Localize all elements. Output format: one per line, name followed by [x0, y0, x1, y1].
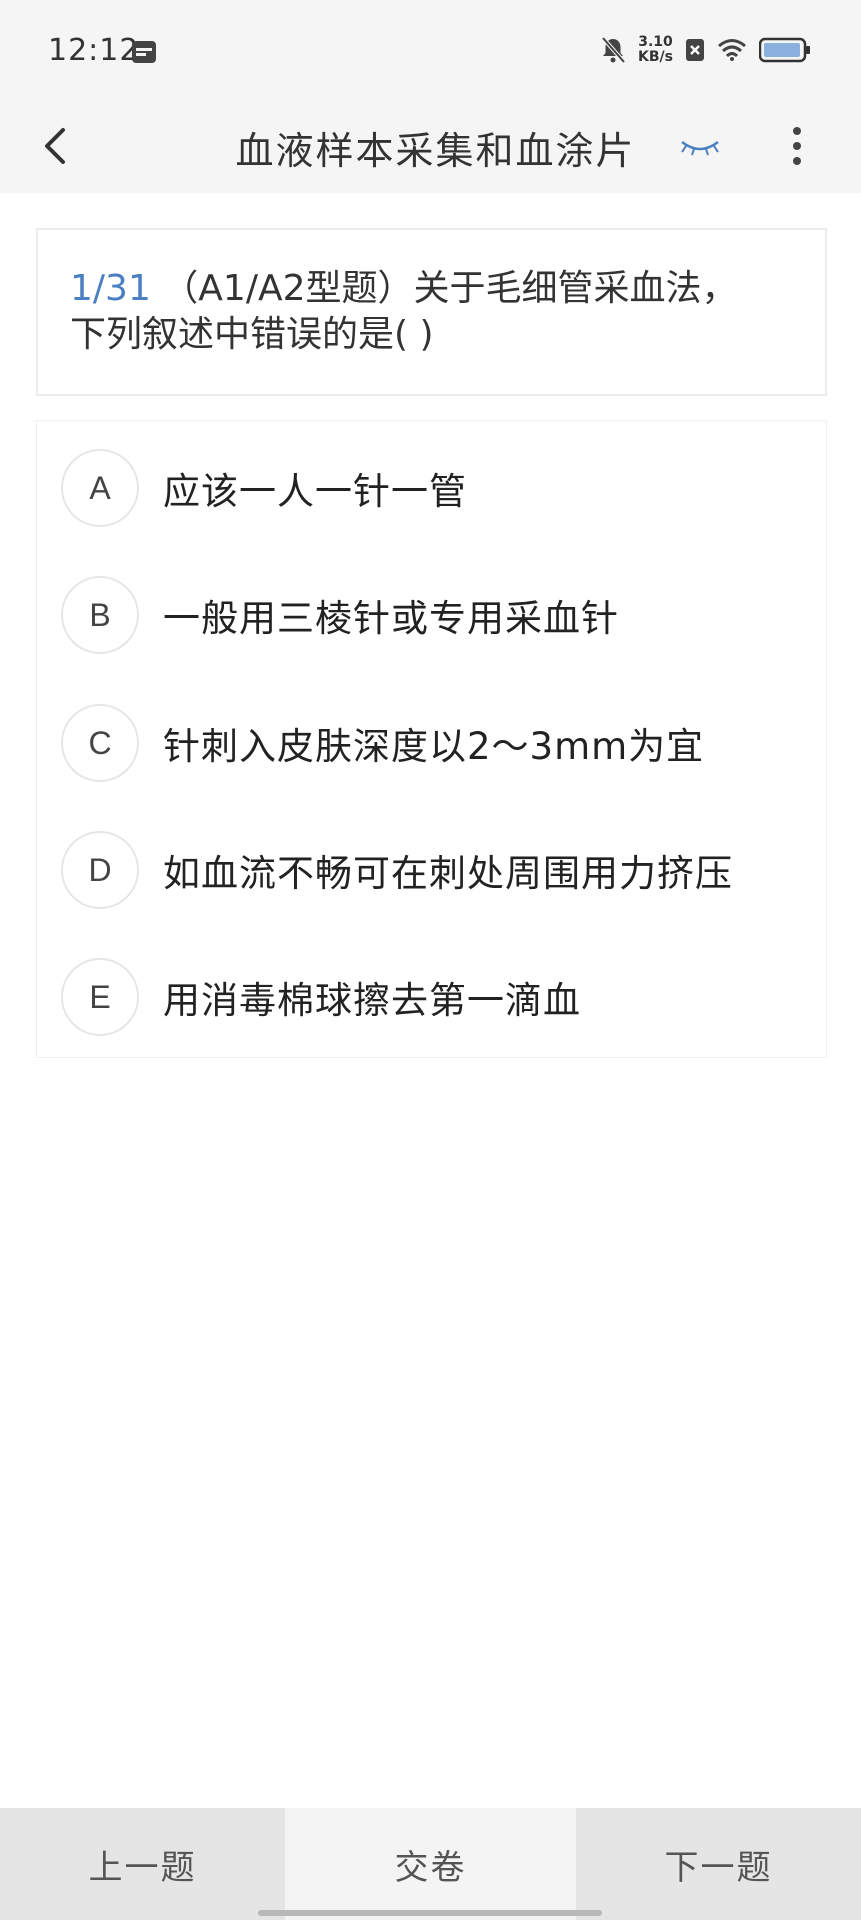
- page-title: 血液样本采集和血涂片: [235, 129, 636, 173]
- option-letter: E: [61, 958, 139, 1036]
- eye-toggle-button[interactable]: [672, 128, 728, 168]
- option-text: 应该一人一针一管: [163, 470, 467, 513]
- option-letter: C: [61, 704, 139, 782]
- question-line-1: 1/31 （A1/A2型题）关于毛细管采血法，: [70, 266, 795, 312]
- option-text: 针刺入皮肤深度以2～3mm为宜: [163, 725, 705, 768]
- option-e[interactable]: E 用消毒棉球擦去第一滴血: [37, 942, 826, 1052]
- sim-x-icon: [686, 39, 704, 61]
- home-indicator[interactable]: [258, 1910, 602, 1916]
- option-text: 如血流不畅可在刺处周围用力挤压: [163, 852, 733, 895]
- wifi-icon: [718, 39, 746, 61]
- net-speed-value: 3.10: [638, 34, 673, 50]
- net-speed-unit: KB/s: [638, 49, 673, 65]
- option-text: 一般用三棱针或专用采血针: [163, 597, 619, 640]
- option-letter: D: [61, 831, 139, 909]
- more-dot-icon: [793, 142, 801, 150]
- prev-question-button[interactable]: 上一题: [0, 1808, 285, 1920]
- bottom-bar: 上一题 交卷 下一题: [0, 1808, 861, 1920]
- more-options-button[interactable]: [773, 118, 821, 174]
- app-bar: 血液样本采集和血涂片: [0, 100, 861, 193]
- option-letter: B: [61, 576, 139, 654]
- question-index: 1/31: [70, 268, 151, 309]
- question-text-2: 下列叙述中错误的是( ): [70, 314, 434, 355]
- status-bar: 12:12 3.10 KB/s: [0, 0, 861, 100]
- bell-muted-icon: [601, 36, 626, 64]
- question-text-1: （A1/A2型题）关于毛细管采血法，: [162, 268, 738, 309]
- status-icons: 3.10 KB/s: [600, 30, 811, 70]
- calendar-icon: [132, 41, 156, 63]
- submit-exam-button[interactable]: 交卷: [285, 1808, 576, 1920]
- more-dot-icon: [793, 127, 801, 135]
- battery-icon: [759, 37, 810, 63]
- question-card: 1/31 （A1/A2型题）关于毛细管采血法， 下列叙述中错误的是( ): [36, 228, 827, 396]
- eye-closed-icon: [681, 140, 719, 156]
- option-b[interactable]: B 一般用三棱针或专用采血针: [37, 560, 826, 670]
- status-time: 12:12: [48, 33, 140, 68]
- net-speed: 3.10 KB/s: [638, 35, 673, 65]
- more-dot-icon: [793, 157, 801, 165]
- option-d[interactable]: D 如血流不畅可在刺处周围用力挤压: [37, 815, 826, 925]
- option-text: 用消毒棉球擦去第一滴血: [163, 979, 581, 1022]
- option-a[interactable]: A 应该一人一针一管: [37, 433, 826, 543]
- options-card: A 应该一人一针一管 B 一般用三棱针或专用采血针 C 针刺入皮肤深度以2～3m…: [36, 420, 827, 1058]
- next-question-button[interactable]: 下一题: [576, 1808, 861, 1920]
- option-letter: A: [61, 449, 139, 527]
- option-c[interactable]: C 针刺入皮肤深度以2～3mm为宜: [37, 688, 826, 798]
